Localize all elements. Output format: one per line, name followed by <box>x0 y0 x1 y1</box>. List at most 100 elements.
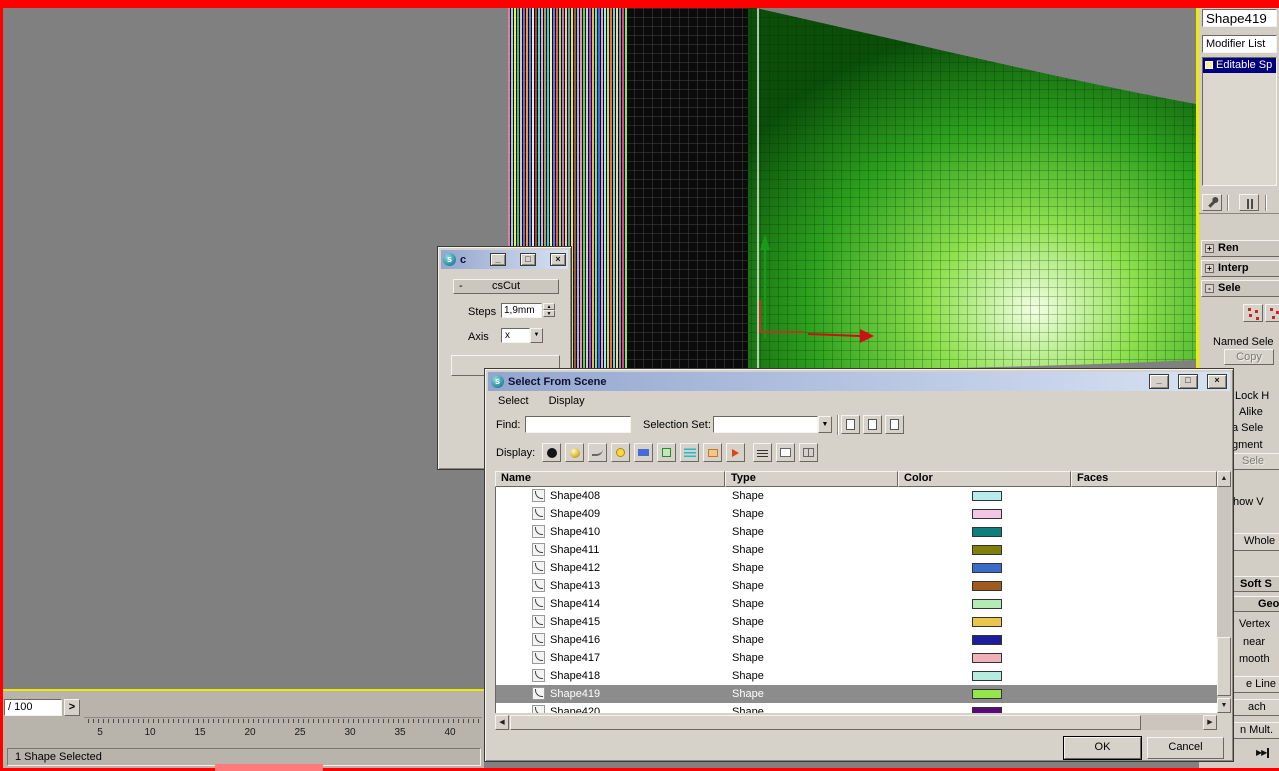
parallel-icon <box>1247 199 1253 209</box>
color-swatch <box>972 545 1002 555</box>
display-helpers-icon[interactable] <box>657 443 676 462</box>
ok-button[interactable]: OK <box>1063 736 1142 760</box>
spin-down-button[interactable]: ▼ <box>543 310 555 317</box>
rollout-selection[interactable]: - Sele <box>1201 280 1279 297</box>
menu-select[interactable]: Select <box>488 392 539 411</box>
close-button[interactable]: × <box>550 253 566 266</box>
view-list-icon[interactable] <box>753 443 772 462</box>
table-row[interactable]: Shape415 Shape <box>496 613 1217 631</box>
horizontal-scrollbar[interactable]: ◀ ▶ <box>495 715 1231 730</box>
segment-subobject-button[interactable] <box>1265 304 1279 322</box>
table-row[interactable]: Shape417 Shape <box>496 649 1217 667</box>
maximize-button[interactable]: □ <box>1178 374 1198 389</box>
next-frame-button[interactable]: > <box>64 699 80 716</box>
table-row[interactable]: Shape413 Shape <box>496 577 1217 595</box>
rollout-interpolation[interactable]: + Interp <box>1201 260 1279 277</box>
vertical-scrollbar[interactable]: ▼ <box>1217 487 1231 713</box>
view-blank-icon[interactable] <box>776 443 795 462</box>
spin-up-button[interactable]: ▲ <box>543 303 555 310</box>
smooth-radio[interactable]: mooth <box>1239 653 1270 665</box>
table-row[interactable]: Shape408 Shape <box>496 487 1217 505</box>
table-row[interactable]: Shape411 Shape <box>496 541 1217 559</box>
segment-icon <box>1270 308 1273 311</box>
display-geometry-icon[interactable] <box>565 443 584 462</box>
vertex-subobject-button[interactable] <box>1243 304 1263 322</box>
area-selection-checkbox[interactable]: a Sele <box>1232 422 1263 434</box>
scrollbar-thumb[interactable] <box>1217 637 1231 696</box>
display-lights-icon[interactable] <box>611 443 630 462</box>
view-columns-icon[interactable] <box>799 443 818 462</box>
ruler-label: 30 <box>344 727 356 738</box>
scroll-left-button[interactable]: ◀ <box>495 715 509 730</box>
table-row[interactable]: Shape412 Shape <box>496 559 1217 577</box>
display-spacewarps-icon[interactable] <box>680 443 699 462</box>
frame-number-field[interactable]: / 100 <box>4 699 62 716</box>
scroll-up-button[interactable]: ▲ <box>1217 471 1231 487</box>
named-set-icon-1[interactable] <box>841 415 860 434</box>
table-row[interactable]: Shape410 Shape <box>496 523 1217 541</box>
color-swatch <box>972 653 1002 663</box>
table-row[interactable]: Shape420 Shape <box>496 703 1217 713</box>
row-name: Shape411 <box>550 544 600 556</box>
cscut-rollout-header[interactable]: - csCut <box>453 279 559 294</box>
scroll-down-button[interactable]: ▼ <box>1217 698 1231 713</box>
selection-set-combo[interactable] <box>713 416 818 433</box>
modifier-stack[interactable]: Editable Sp <box>1202 57 1277 186</box>
rollout-rendering[interactable]: + Ren <box>1201 240 1279 257</box>
table-row[interactable]: Shape414 Shape <box>496 595 1217 613</box>
table-row[interactable]: Shape416 Shape <box>496 631 1217 649</box>
display-shapes-icon[interactable] <box>588 443 607 462</box>
row-type: Shape <box>732 634 764 646</box>
display-cameras-icon[interactable] <box>634 443 653 462</box>
show-end-result-button[interactable] <box>1239 194 1259 211</box>
display-none-icon[interactable] <box>542 443 561 462</box>
show-vertex-numbers-checkbox[interactable]: how V <box>1233 496 1264 508</box>
selection-set-arrow[interactable]: ▼ <box>818 416 832 433</box>
object-name-field[interactable] <box>1202 9 1277 27</box>
cancel-button[interactable]: Cancel <box>1147 737 1224 759</box>
table-row[interactable]: Shape409 Shape <box>496 505 1217 523</box>
close-button[interactable]: × <box>1207 374 1227 389</box>
scrollbar-thumb[interactable] <box>510 715 1141 730</box>
go-to-end-icon[interactable]: ▶▶ <box>1256 748 1270 758</box>
column-header-faces[interactable]: Faces <box>1071 471 1217 487</box>
copy-button[interactable]: Copy <box>1224 349 1274 365</box>
minimize-button[interactable]: _ <box>1149 374 1169 389</box>
segment-end-checkbox[interactable]: gment <box>1232 439 1263 451</box>
named-selections-label: Named Sele <box>1213 336 1274 348</box>
stack-item-editable-spline[interactable]: Editable Sp <box>1203 58 1276 73</box>
scene-list: Shape408 Shape Shape409 Shape Shape410 S… <box>495 487 1217 713</box>
pin-stack-button[interactable] <box>1202 194 1222 211</box>
sfs-titlebar[interactable]: s Select From Scene _ □ × <box>488 372 1230 391</box>
column-header-name[interactable]: Name <box>495 471 725 487</box>
selection-set-label: Selection Set: <box>643 419 711 431</box>
table-row[interactable]: Shape419 Shape <box>496 685 1217 703</box>
color-swatch <box>972 581 1002 591</box>
table-row[interactable]: Shape418 Shape <box>496 667 1217 685</box>
vertex-icon <box>1248 308 1251 311</box>
maximize-button[interactable]: □ <box>520 253 536 266</box>
axis-dropdown[interactable]: x <box>501 328 530 343</box>
modifier-list-dropdown[interactable]: Modifier List <box>1202 35 1277 53</box>
menu-display[interactable]: Display <box>539 392 595 411</box>
display-bones-icon[interactable] <box>726 443 745 462</box>
find-input[interactable] <box>525 416 631 433</box>
track-bar-ruler[interactable]: 5 10 15 20 25 30 35 40 <box>84 717 482 739</box>
axis-dropdown-arrow[interactable]: ▼ <box>530 328 543 343</box>
toolbar-separator <box>837 415 838 435</box>
lock-handles-checkbox[interactable]: Lock H <box>1235 390 1269 402</box>
shape-icon <box>532 615 545 628</box>
row-name: Shape416 <box>550 634 601 646</box>
alike-radio[interactable]: Alike <box>1239 406 1263 418</box>
column-header-color[interactable]: Color <box>898 471 1071 487</box>
named-set-icon-2[interactable] <box>863 415 882 434</box>
minimize-button[interactable]: _ <box>490 253 506 266</box>
linear-radio[interactable]: near <box>1243 636 1265 648</box>
named-set-icon-3[interactable] <box>885 415 904 434</box>
cscut-titlebar[interactable]: s c _ □ × <box>441 250 568 269</box>
scroll-right-button[interactable]: ▶ <box>1203 715 1217 730</box>
steps-spinner-field[interactable]: 1,9mm <box>501 303 542 318</box>
column-header-type[interactable]: Type <box>725 471 898 487</box>
screenshot-frame: / 100 > 5 10 15 20 25 30 35 40 1 Shape Selected… <box>0 0 1279 771</box>
display-groups-icon[interactable] <box>703 443 722 462</box>
